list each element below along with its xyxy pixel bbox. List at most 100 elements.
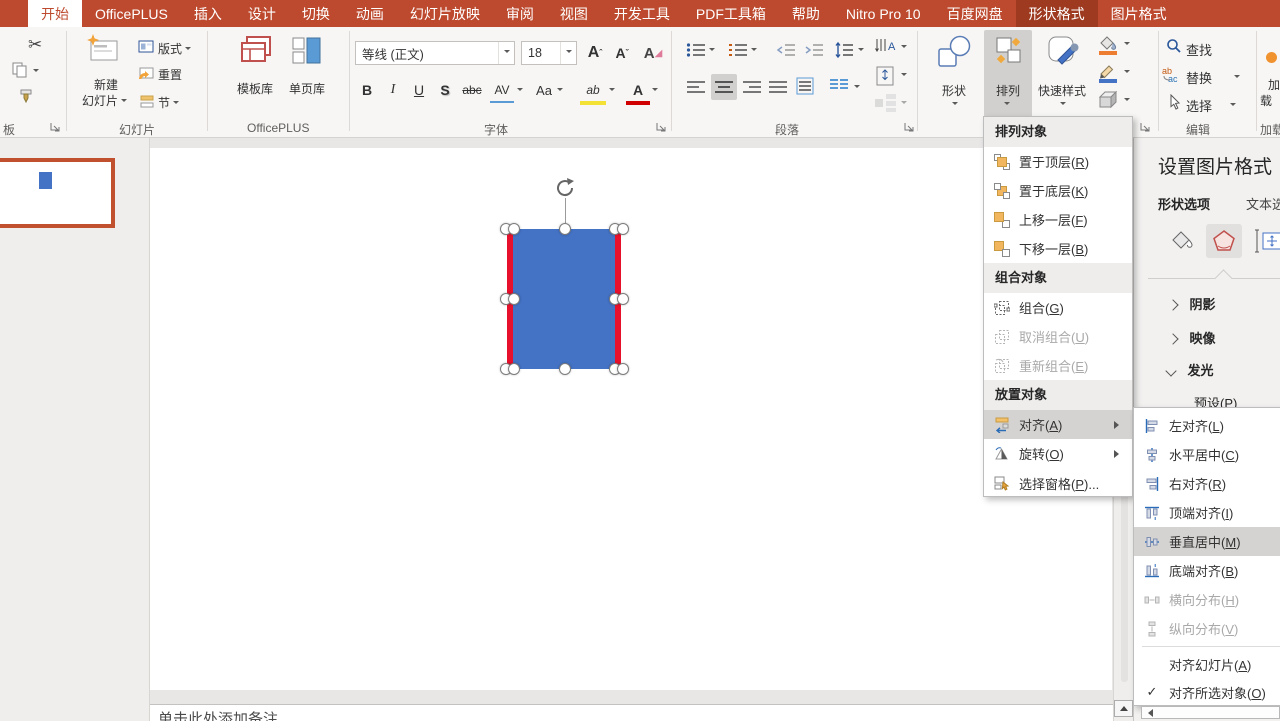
replace-button[interactable]: 替换 <box>1186 68 1212 87</box>
tab-home[interactable]: 开始 <box>28 0 82 27</box>
section-glow[interactable]: 发光 <box>1167 360 1213 380</box>
single-page-library-button[interactable]: 单页库 <box>289 80 325 97</box>
align-center-ribbon-button[interactable] <box>711 74 737 100</box>
copy-dropdown-chevron[interactable] <box>33 69 39 75</box>
strikethrough-button[interactable]: abc <box>458 79 486 101</box>
line-spacing-icon[interactable] <box>834 41 854 59</box>
numbering-icon[interactable] <box>728 42 748 58</box>
submenu-item-align-top[interactable]: 顶端对齐(I) <box>1134 498 1280 527</box>
submenu-item-align-to-slide[interactable]: 对齐幻灯片(A) <box>1134 650 1280 678</box>
new-slide-button-line2[interactable]: 幻灯片 <box>82 92 127 109</box>
decrease-indent-icon[interactable] <box>776 42 796 58</box>
submenu-item-align-selected-objects[interactable]: ✓ 对齐所选对象(O) <box>1134 678 1280 706</box>
slide-canvas[interactable] <box>150 148 1112 690</box>
shrink-font-button[interactable]: Aˇ <box>610 41 634 65</box>
selection-handle[interactable] <box>508 223 520 235</box>
fill-line-icon[interactable] <box>1167 228 1195 254</box>
clear-formatting-button[interactable]: A◢ <box>641 41 665 65</box>
tab-picture-format[interactable]: 图片格式 <box>1098 0 1180 27</box>
menu-item-group[interactable]: 组合(G) <box>984 293 1132 322</box>
submenu-item-align-center-h[interactable]: 水平居中(C) <box>1134 440 1280 469</box>
numbering-chevron[interactable] <box>751 48 757 54</box>
selection-handle[interactable] <box>508 363 520 375</box>
tab-officeplus[interactable]: OfficePLUS <box>82 0 181 27</box>
shape-effects-chevron[interactable] <box>1124 98 1130 104</box>
align-text-chevron[interactable] <box>901 73 907 79</box>
menu-item-regroup[interactable]: 重新组合(E) <box>984 351 1132 380</box>
tab-slideshow[interactable]: 幻灯片放映 <box>397 0 493 27</box>
align-right-ribbon-icon[interactable] <box>742 79 762 95</box>
selection-handle[interactable] <box>508 293 520 305</box>
submenu-item-distribute-vertically[interactable]: 纵向分布(V) <box>1134 614 1280 643</box>
shapes-button[interactable]: 形状 <box>942 82 966 99</box>
panel-tab-shape-options[interactable]: 形状选项 <box>1158 194 1210 213</box>
grow-font-button[interactable]: Aˆ <box>583 41 607 65</box>
submenu-item-distribute-horizontally[interactable]: 横向分布(H) <box>1134 585 1280 614</box>
increase-indent-icon[interactable] <box>804 42 824 58</box>
notes-placeholder[interactable]: 单击此处添加备注 <box>158 708 278 721</box>
menu-item-rotate[interactable]: 旋转(O) <box>984 439 1132 468</box>
tab-nitro-pro[interactable]: Nitro Pro 10 <box>833 0 934 27</box>
align-left-ribbon-icon[interactable] <box>686 79 706 95</box>
replace-chevron[interactable] <box>1234 75 1240 81</box>
tab-baidu-netdisk[interactable]: 百度网盘 <box>934 0 1016 27</box>
format-painter-icon[interactable] <box>18 88 34 104</box>
selected-rectangle-shape[interactable] <box>513 229 615 369</box>
menu-item-bring-to-front[interactable]: 置于顶层(R) <box>984 147 1132 176</box>
text-direction-chevron[interactable] <box>901 45 907 51</box>
text-direction-icon[interactable]: A <box>874 37 898 59</box>
align-text-icon[interactable] <box>874 65 898 87</box>
section-reflection[interactable]: 映像 <box>1169 328 1215 348</box>
tab-pdf-tools[interactable]: PDF工具箱 <box>683 0 779 27</box>
bold-button[interactable]: B <box>356 79 378 101</box>
layout-button[interactable]: 版式 <box>158 40 191 57</box>
select-button[interactable]: 选择 <box>1186 96 1212 115</box>
find-button[interactable]: 查找 <box>1186 40 1212 59</box>
selection-handle[interactable] <box>617 293 629 305</box>
shape-outline-chevron[interactable] <box>1124 70 1130 76</box>
size-properties-icon[interactable] <box>1254 228 1280 254</box>
quick-styles-button[interactable]: 快速样式 <box>1038 82 1086 99</box>
quick-styles-chevron[interactable] <box>1060 102 1066 108</box>
effects-icon-selected-bg[interactable] <box>1206 224 1242 258</box>
underline-button[interactable]: U <box>408 79 430 101</box>
convert-smartart-icon[interactable] <box>874 93 898 113</box>
tab-insert[interactable]: 插入 <box>181 0 235 27</box>
section-button[interactable]: 节 <box>158 94 179 111</box>
notes-pane[interactable]: 单击此处添加备注 <box>150 705 1113 721</box>
justify-icon[interactable] <box>768 79 788 95</box>
highlight-color-chevron[interactable] <box>609 88 615 94</box>
template-library-icon[interactable] <box>239 35 273 67</box>
tab-help[interactable]: 帮助 <box>779 0 833 27</box>
selection-handle[interactable] <box>559 363 571 375</box>
menu-item-send-to-back[interactable]: 置于底层(K) <box>984 176 1132 205</box>
addins-button[interactable]: 加 <box>1268 76 1280 93</box>
menu-item-bring-forward[interactable]: 上移一层(F) <box>984 205 1132 234</box>
font-name-combo[interactable]: 等线 (正文) <box>355 41 515 65</box>
menu-item-ungroup[interactable]: 取消组合(U) <box>984 322 1132 351</box>
font-color-chevron[interactable] <box>652 88 658 94</box>
paragraph-dialog-launcher[interactable] <box>904 122 914 132</box>
cut-icon[interactable]: ✂ <box>28 35 42 55</box>
tab-developer[interactable]: 开发工具 <box>601 0 683 27</box>
shape-effects-icon[interactable] <box>1096 90 1120 112</box>
shapes-chevron[interactable] <box>952 102 958 108</box>
change-case-button[interactable]: Aa <box>532 79 556 101</box>
new-slide-icon[interactable] <box>86 34 120 64</box>
bullets-chevron[interactable] <box>709 48 715 54</box>
highlight-color-button[interactable]: ab <box>580 79 606 105</box>
tab-design[interactable]: 设计 <box>235 0 289 27</box>
selection-handle[interactable] <box>617 363 629 375</box>
horizontal-scrollbar[interactable] <box>1141 706 1280 719</box>
new-slide-button[interactable]: 新建 <box>94 76 118 93</box>
character-spacing-chevron[interactable] <box>517 88 523 94</box>
submenu-item-align-bottom[interactable]: 底端对齐(B) <box>1134 556 1280 585</box>
font-dialog-launcher[interactable] <box>656 122 666 132</box>
copy-icon[interactable] <box>12 62 28 78</box>
shape-fill-chevron[interactable] <box>1124 42 1130 48</box>
menu-item-align[interactable]: 对齐(A) <box>984 410 1132 439</box>
selection-handle[interactable] <box>617 223 629 235</box>
font-color-button[interactable]: A <box>626 79 650 105</box>
columns-chevron[interactable] <box>854 85 860 91</box>
previous-slide-button[interactable] <box>1114 700 1133 717</box>
